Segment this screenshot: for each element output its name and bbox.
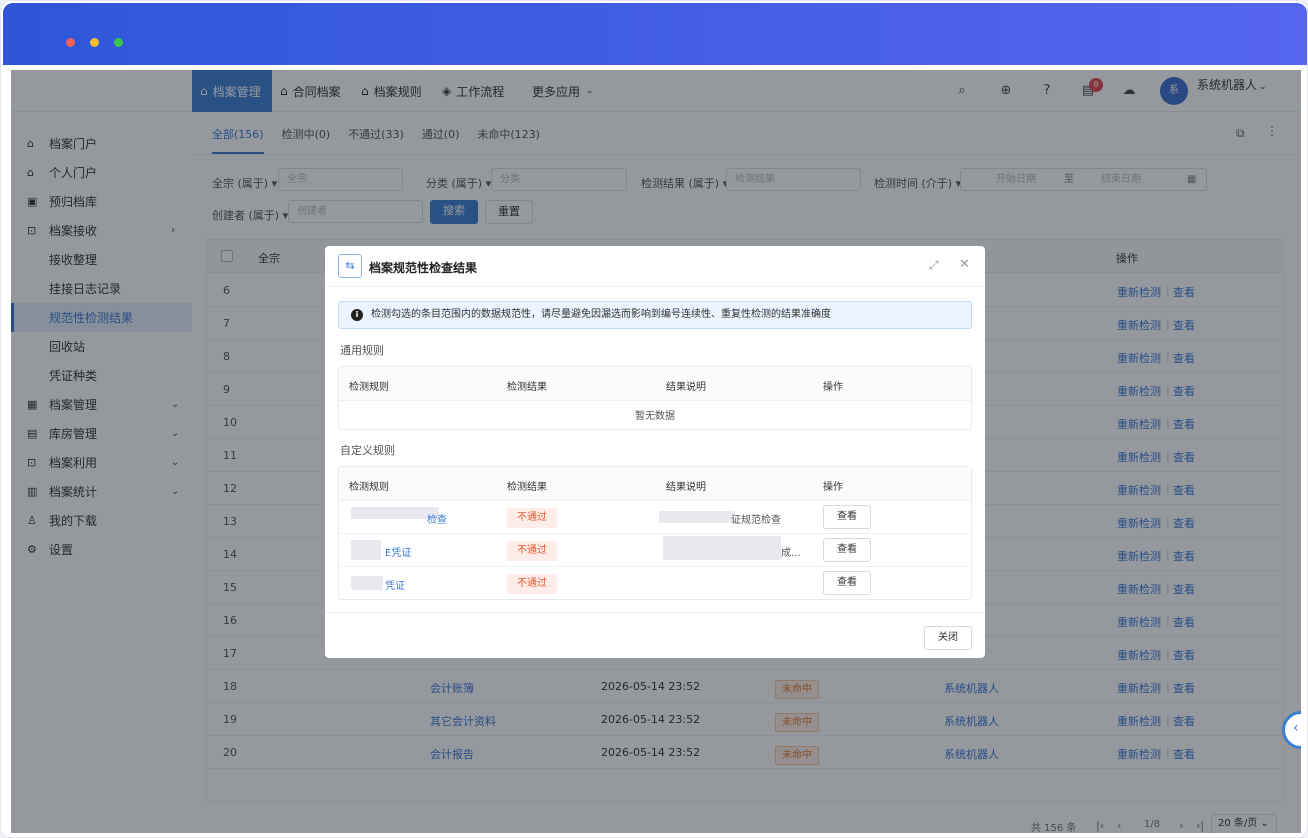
close-window-dot[interactable] — [66, 38, 75, 47]
fail-tag: 不通过 — [507, 574, 557, 594]
custom-rules-table: 检测规则 检测结果 结果说明 操作 检查 不通过 证规范检查 查看 E凭证 不通… — [338, 466, 972, 600]
redacted-block — [659, 511, 735, 523]
general-rules-heading: 通用规则 — [340, 344, 384, 357]
custom-rule-row: E凭证 不通过 成... 查看 — [339, 534, 971, 567]
fail-tag: 不通过 — [507, 508, 557, 528]
maximize-window-dot[interactable] — [114, 38, 123, 47]
rule-link[interactable]: 检查 — [427, 511, 447, 526]
dialog-title: 档案规范性检查结果 — [369, 261, 478, 275]
general-rules-header: 检测规则 检测结果 结果说明 操作 — [339, 367, 971, 401]
redacted-block — [351, 540, 381, 560]
compliance-result-dialog: ⇆ 档案规范性检查结果 ⤢ ✕ i 检测勾选的条目范围内的数据规范性，请尽量避免因… — [325, 246, 985, 658]
close-button[interactable]: 关闭 — [924, 626, 972, 650]
swap-icon: ⇆ — [338, 254, 362, 278]
view-button[interactable]: 查看 — [823, 538, 871, 562]
redacted-block — [351, 576, 383, 590]
chevron-left-icon: ‹ — [1293, 720, 1299, 736]
view-button[interactable]: 查看 — [823, 505, 871, 529]
custom-rules-heading: 自定义规则 — [340, 444, 395, 457]
info-icon: i — [351, 309, 363, 321]
custom-rules-header: 检测规则 检测结果 结果说明 操作 — [339, 467, 971, 501]
custom-rule-row: 凭证 不通过 查看 — [339, 567, 971, 600]
redacted-block — [351, 507, 439, 519]
custom-rule-row: 检查 不通过 证规范检查 查看 — [339, 501, 971, 534]
dialog-footer-divider — [325, 612, 985, 613]
app: ⌂ 档案管理 ⌂ 合同档案 ⌂ 档案规则 ◈ 工作流程 更多应用 ⌄ ⌕ ⊕ ? ▤ 8 … — [11, 70, 1301, 833]
rule-link[interactable]: 凭证 — [385, 577, 405, 592]
fail-tag: 不通过 — [507, 541, 557, 561]
rule-link[interactable]: E凭证 — [385, 544, 411, 559]
general-rules-table: 检测规则 检测结果 结果说明 操作 暂无数据 — [338, 366, 972, 430]
expand-icon[interactable]: ⤢ — [929, 258, 939, 273]
window-titlebar — [3, 3, 1307, 65]
minimize-window-dot[interactable] — [90, 38, 99, 47]
info-alert: i 检测勾选的条目范围内的数据规范性，请尽量避免因漏选而影响到编号连续性、重复性检… — [338, 301, 972, 329]
view-button[interactable]: 查看 — [823, 571, 871, 595]
window-frame: ⌂ 档案管理 ⌂ 合同档案 ⌂ 档案规则 ◈ 工作流程 更多应用 ⌄ ⌕ ⊕ ? ▤ 8 … — [0, 0, 1308, 838]
dialog-header: ⇆ 档案规范性检查结果 ⤢ ✕ — [325, 246, 985, 287]
close-icon[interactable]: ✕ — [959, 257, 970, 272]
empty-state: 暂无数据 — [635, 411, 675, 422]
redacted-block — [663, 536, 781, 560]
